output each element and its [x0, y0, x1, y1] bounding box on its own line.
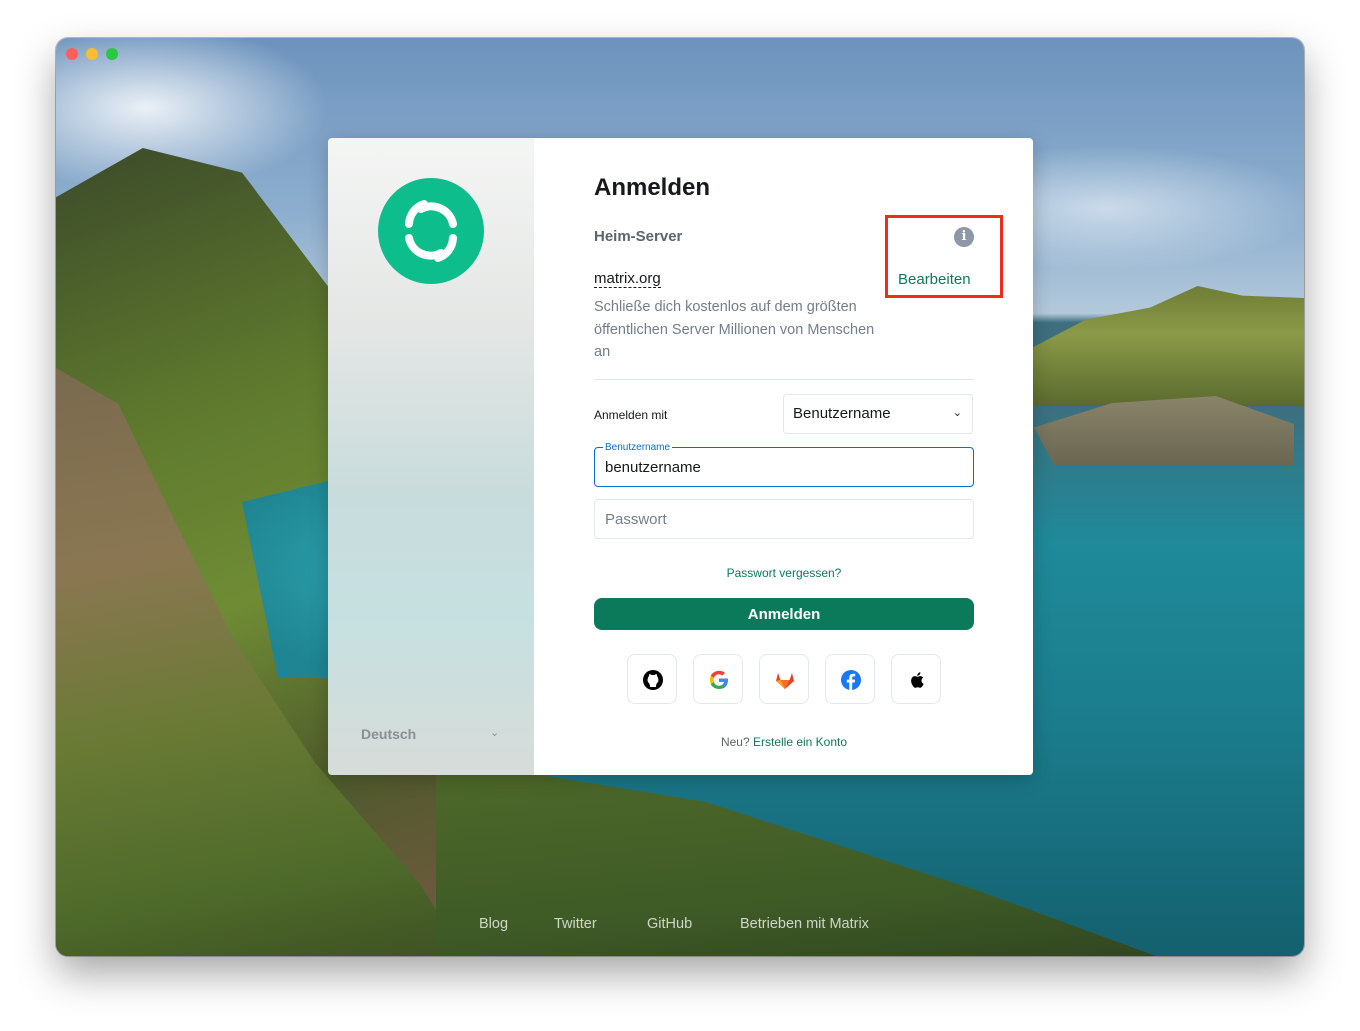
chevron-down-icon: ⌄	[952, 407, 962, 419]
create-account-link[interactable]: Erstelle ein Konto	[753, 735, 847, 749]
window-minimize-button[interactable]	[86, 48, 98, 60]
dialog-sidebar: Deutsch ⌄	[328, 138, 534, 775]
apple-icon	[911, 672, 924, 688]
sso-github-button[interactable]	[627, 654, 677, 704]
page-title: Anmelden	[594, 174, 711, 201]
sso-google-button[interactable]	[693, 654, 743, 704]
footer-link-blog[interactable]: Blog	[479, 916, 508, 932]
sso-gitlab-button[interactable]	[759, 654, 809, 704]
chevron-down-icon: ⌄	[490, 727, 500, 739]
sso-facebook-button[interactable]	[825, 654, 875, 704]
footer-link-twitter[interactable]: Twitter	[554, 916, 597, 932]
sso-apple-button[interactable]	[891, 654, 941, 704]
homeserver-label: Heim-Server	[594, 228, 683, 245]
login-method-select[interactable]: Benutzername ⌄	[783, 394, 973, 434]
signup-prompt: Neu? Erstelle ein Konto	[594, 735, 974, 749]
signup-prefix: Neu?	[720, 735, 750, 749]
background-island	[1034, 396, 1294, 466]
element-logo-icon	[378, 178, 484, 284]
window-close-button[interactable]	[66, 48, 78, 60]
homeserver-value[interactable]: matrix.org	[594, 271, 661, 288]
login-dialog: Deutsch ⌄ Anmelden Heim-Server i matrix.…	[328, 138, 1033, 775]
language-selector[interactable]: Deutsch	[361, 724, 501, 744]
google-icon	[710, 670, 728, 689]
app-window: Deutsch ⌄ Anmelden Heim-Server i matrix.…	[56, 38, 1304, 956]
username-legend: Benutzername	[603, 442, 673, 453]
window-maximize-button[interactable]	[106, 48, 118, 60]
forgot-password-link[interactable]: Passwort vergessen?	[594, 566, 974, 580]
footer-link-matrix[interactable]: Betrieben mit Matrix	[740, 916, 869, 932]
username-input[interactable]	[594, 447, 974, 487]
highlight-box	[885, 215, 1003, 298]
footer-link-github[interactable]: GitHub	[647, 916, 692, 932]
divider	[594, 379, 974, 380]
background-hill	[1024, 286, 1304, 406]
facebook-icon	[841, 670, 861, 690]
homeserver-description: Schließe dich kostenlos auf dem größten …	[594, 299, 875, 360]
gitlab-icon	[776, 673, 794, 689]
login-button[interactable]: Anmelden	[594, 598, 974, 630]
login-with-label: Anmelden mit	[594, 408, 668, 422]
github-icon	[643, 670, 663, 690]
password-input[interactable]	[594, 499, 974, 539]
login-form: Anmelden Heim-Server i matrix.org Bearbe…	[534, 138, 1033, 775]
login-method-value: Benutzername	[793, 405, 891, 422]
